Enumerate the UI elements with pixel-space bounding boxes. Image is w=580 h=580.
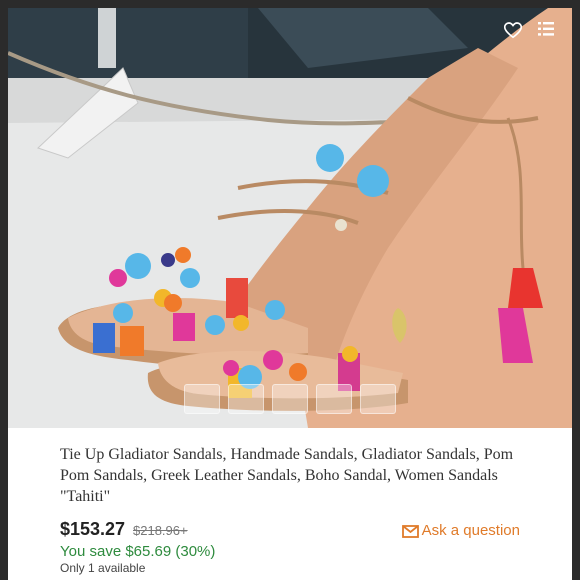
ask-question-link[interactable]: Ask a question (401, 522, 520, 539)
image-thumbnail[interactable] (316, 384, 352, 414)
heart-icon (504, 22, 522, 39)
mail-icon (401, 524, 419, 538)
product-photo[interactable] (8, 8, 572, 428)
product-photo-illustration (8, 8, 572, 428)
original-price: $218.96+ (133, 523, 188, 538)
current-price: $153.27 (60, 519, 126, 539)
listing-screen: Tie Up Gladiator Sandals, Handmade Sanda… (8, 8, 572, 580)
ask-question-label: Ask a question (421, 522, 520, 539)
menu-list-icon (538, 22, 554, 36)
favorite-button[interactable] (504, 22, 528, 46)
image-thumbnail[interactable] (360, 384, 396, 414)
image-thumbnail[interactable] (272, 384, 308, 414)
menu-button[interactable] (538, 22, 562, 46)
availability-text: Only 1 available (60, 561, 146, 575)
image-thumbnails (8, 384, 572, 414)
listing-info: Tie Up Gladiator Sandals, Handmade Sanda… (8, 428, 572, 580)
savings-text: You save $65.69 (30%) (60, 543, 216, 560)
image-thumbnail[interactable] (184, 384, 220, 414)
listing-title: Tie Up Gladiator Sandals, Handmade Sanda… (60, 446, 514, 505)
image-thumbnail[interactable] (228, 384, 264, 414)
